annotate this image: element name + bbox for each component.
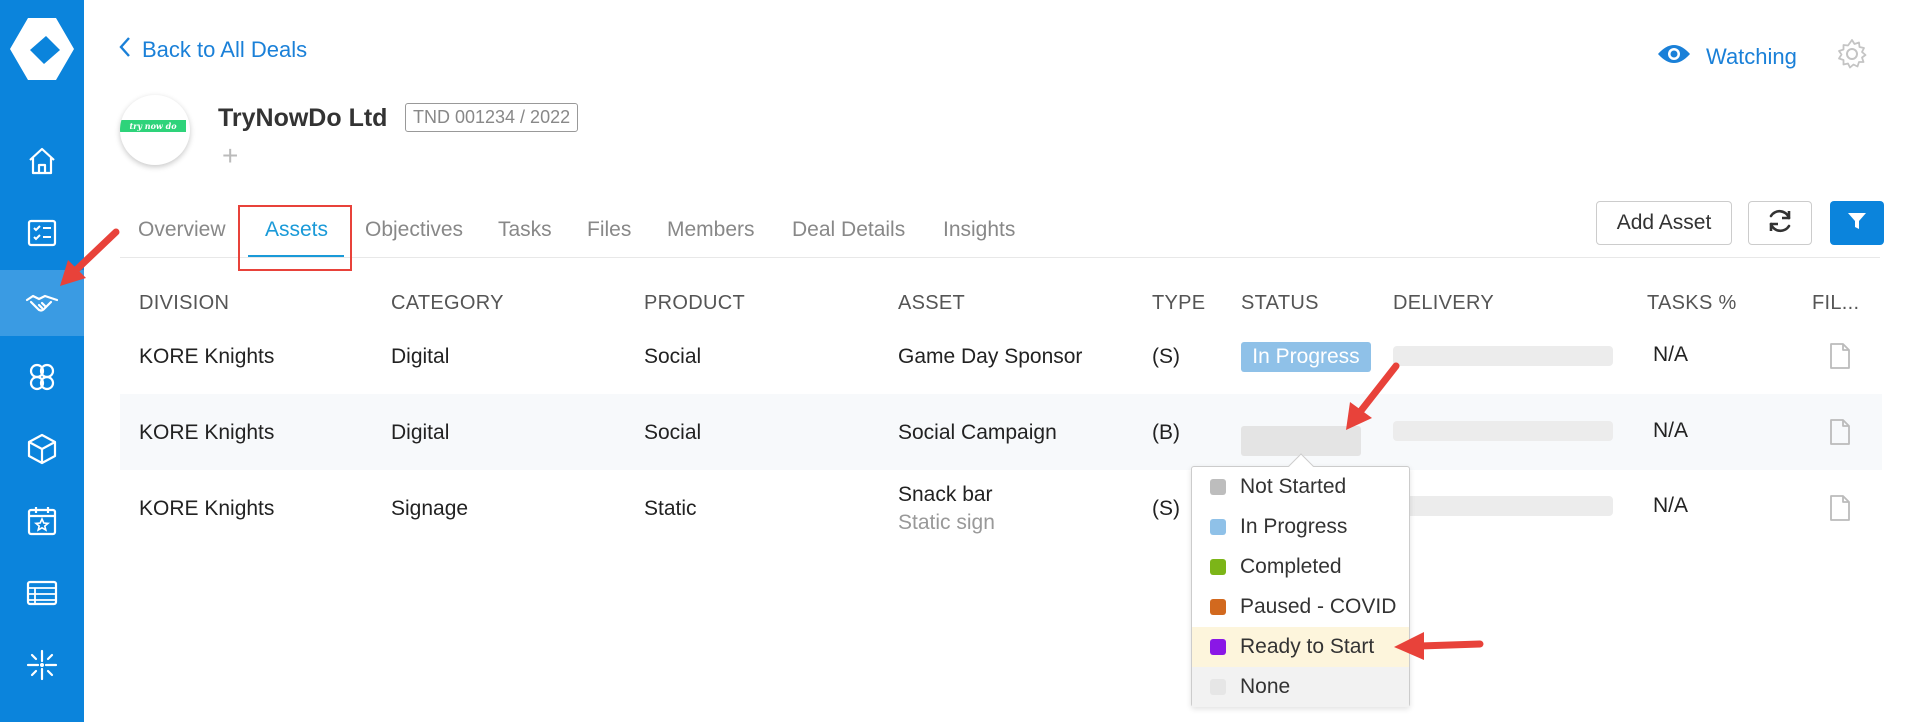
watching-toggle[interactable]: Watching <box>1656 42 1797 72</box>
group-icon[interactable] <box>0 344 84 410</box>
logo-icon[interactable] <box>8 14 76 84</box>
cell-product: Social <box>644 345 702 368</box>
status-swatch <box>1210 639 1226 655</box>
delivery-bar <box>1393 496 1613 516</box>
company-logo-text: try now do <box>120 120 186 132</box>
cell-tasks-percent: N/A <box>1653 343 1689 366</box>
cell-category: Digital <box>391 421 450 444</box>
sparkle-icon[interactable] <box>0 632 84 698</box>
status-option-not-started[interactable]: Not Started <box>1192 467 1409 507</box>
calendar-star-icon[interactable] <box>0 488 84 554</box>
cell-type: (S) <box>1152 497 1180 520</box>
watching-label: Watching <box>1706 44 1797 69</box>
status-swatch <box>1210 599 1226 615</box>
status-swatch <box>1210 519 1226 535</box>
cell-type: (B) <box>1152 421 1180 444</box>
header-asset[interactable]: ASSET <box>898 292 965 315</box>
sidebar <box>0 0 84 722</box>
checklist-icon[interactable] <box>0 200 84 266</box>
tab-deal-details[interactable]: Deal Details <box>792 218 905 242</box>
status-swatch <box>1210 559 1226 575</box>
status-option-ready-to-start[interactable]: Ready to Start <box>1192 627 1409 667</box>
delivery-bar <box>1393 421 1613 441</box>
header-status[interactable]: STATUS <box>1241 292 1319 315</box>
cell-asset-subtitle: Static sign <box>898 511 995 534</box>
header-division[interactable]: DIVISION <box>139 292 229 315</box>
tab-overview[interactable]: Overview <box>138 218 226 242</box>
cell-category: Signage <box>391 497 469 520</box>
header-product[interactable]: PRODUCT <box>644 292 745 315</box>
status-option-label: Paused - COVID <box>1240 595 1397 618</box>
cell-type: (S) <box>1152 345 1180 368</box>
status-option-label: None <box>1240 675 1291 698</box>
status-swatch <box>1210 679 1226 695</box>
cell-division: KORE Knights <box>139 421 275 444</box>
status-option-label: Ready to Start <box>1240 635 1375 658</box>
tab-objectives[interactable]: Objectives <box>365 218 463 242</box>
add-tag-button[interactable]: + <box>222 140 238 172</box>
tab-files[interactable]: Files <box>587 218 631 242</box>
cell-product: Social <box>644 421 702 444</box>
gear-icon[interactable] <box>1836 38 1868 70</box>
header-type[interactable]: TYPE <box>1152 292 1205 315</box>
status-option-paused-covid[interactable]: Paused - COVID <box>1192 587 1409 627</box>
header-delivery[interactable]: DELIVERY <box>1393 292 1494 315</box>
cell-division: KORE Knights <box>139 345 275 368</box>
header-tasks-percent[interactable]: TASKS % <box>1647 292 1737 315</box>
status-option-label: In Progress <box>1240 515 1348 538</box>
cell-tasks-percent: N/A <box>1653 494 1689 517</box>
status-option-none[interactable]: None <box>1192 667 1409 707</box>
status-option-in-progress[interactable]: In Progress <box>1192 507 1409 547</box>
cell-division: KORE Knights <box>139 497 275 520</box>
chevron-left-icon <box>118 36 132 64</box>
cell-tasks-percent: N/A <box>1653 419 1689 442</box>
add-asset-button[interactable]: Add Asset <box>1596 201 1732 245</box>
refresh-icon <box>1765 206 1795 241</box>
status-swatch <box>1210 479 1226 495</box>
header-files[interactable]: FIL... <box>1812 292 1859 315</box>
eye-icon <box>1656 42 1692 72</box>
handshake-icon[interactable] <box>0 270 84 336</box>
tab-tasks[interactable]: Tasks <box>498 218 552 242</box>
delivery-bar <box>1393 346 1613 366</box>
file-icon[interactable] <box>1829 494 1851 522</box>
status-option-label: Not Started <box>1240 475 1347 498</box>
table-icon[interactable] <box>0 560 84 626</box>
header-category[interactable]: CATEGORY <box>391 292 504 315</box>
filter-button[interactable] <box>1830 201 1884 245</box>
tab-members[interactable]: Members <box>667 218 755 242</box>
cell-asset[interactable]: Social Campaign <box>898 421 1057 445</box>
status-option-label: Completed <box>1240 555 1342 578</box>
cell-category: Digital <box>391 345 450 368</box>
box-icon[interactable] <box>0 416 84 482</box>
file-icon[interactable] <box>1829 418 1851 446</box>
cell-product: Static <box>644 497 697 520</box>
company-logo: try now do <box>120 95 190 165</box>
status-badge[interactable] <box>1241 426 1361 456</box>
deal-code-badge: TND 001234 / 2022 <box>405 103 579 132</box>
status-dropdown: Not Started In Progress Completed Paused… <box>1191 453 1410 707</box>
back-to-deals-link[interactable]: Back to All Deals <box>118 36 307 64</box>
home-icon[interactable] <box>0 128 84 194</box>
back-link-label: Back to All Deals <box>142 37 308 62</box>
filter-icon <box>1846 210 1868 237</box>
file-icon[interactable] <box>1829 342 1851 370</box>
status-badge[interactable]: In Progress <box>1241 342 1371 372</box>
status-option-completed[interactable]: Completed <box>1192 547 1409 587</box>
tab-insights[interactable]: Insights <box>943 218 1015 242</box>
table-row[interactable] <box>120 470 1882 546</box>
cell-asset[interactable]: Game Day Sponsor <box>898 345 1082 369</box>
annotation-highlight-box <box>238 205 352 271</box>
cell-asset[interactable]: Snack bar <box>898 483 993 507</box>
refresh-button[interactable] <box>1748 201 1812 245</box>
company-name: TryNowDo Ltd <box>218 104 388 132</box>
